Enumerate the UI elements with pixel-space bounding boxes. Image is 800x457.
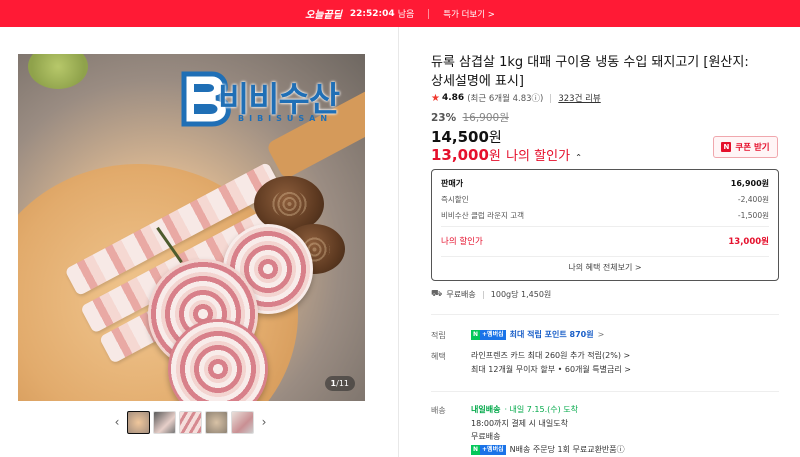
delivery-row-1: 내일배송 · 내일 7.15.(수) 도착 — [471, 404, 578, 415]
pb-label: 판매가 — [441, 179, 464, 188]
points-text: 최대 적립 포인트 870원 — [509, 330, 594, 339]
delivery-row-3: 무료배송 — [471, 431, 500, 442]
delivery-label: 배송 — [431, 406, 446, 415]
my-price-label: 나의 할인가 — [506, 149, 571, 164]
delivery-arrival: · 내일 7.15.(수) 도착 — [504, 405, 579, 414]
delivery-row-4[interactable]: N +멤버십 N배송 주문당 1회 무료교환반품ⓘ — [471, 444, 625, 455]
points-row[interactable]: N +멤버십 최대 적립 포인트 870원 > — [471, 329, 604, 340]
deal-timer: 22:52:04 — [349, 8, 395, 19]
card-benefit-line-2[interactable]: 최대 12개월 무이자 할부 • 60개월 특별금리 > — [471, 364, 631, 375]
price-breakdown-box: 판매가 16,900원 즉시할인 -2,400원 비비수산 클럽 라운지 고객 … — [431, 169, 779, 281]
column-divider — [398, 27, 399, 457]
naver-membership-badge: N +멤버십 — [471, 444, 506, 455]
herb-salt-bowl — [28, 54, 88, 89]
my-price-value: 13,000 — [431, 146, 489, 164]
naver-n-icon: N — [721, 142, 732, 152]
pb-divider — [441, 256, 769, 257]
pb-label: 비비수산 클럽 라운지 고객 — [441, 211, 525, 220]
image-counter: 1/11 — [324, 376, 355, 391]
thumbnail-item[interactable] — [205, 410, 228, 434]
pb-label: 즉시할인 — [441, 195, 469, 204]
my-discount-price[interactable]: 13,000원 나의 할인가 ⌃ — [431, 145, 582, 164]
pb-row-club-discount: 비비수산 클럽 라운지 고객 -1,500원 — [441, 210, 769, 221]
shipping-free: 무료배송 — [446, 290, 476, 299]
pb-row-instant-discount: 즉시할인 -2,400원 — [441, 194, 769, 205]
naver-membership-badge: N +멤버십 — [471, 329, 506, 340]
points-label: 적립 — [431, 331, 446, 340]
badge-membership: +멤버십 — [480, 444, 506, 455]
pb-divider — [441, 226, 769, 227]
badge-n: N — [471, 329, 481, 340]
discount-percent: 23% — [431, 112, 457, 124]
rating-divider — [550, 93, 552, 103]
card-benefit-text: 최대 12개월 무이자 할부 • 60개월 특별금리 > — [471, 365, 631, 374]
truck-icon: ⛟ — [431, 289, 443, 299]
chevron-up-icon: ⌃ — [575, 153, 582, 162]
pb-value: 13,000원 — [728, 237, 769, 247]
sale-price: 14,500원 — [431, 127, 502, 147]
free-return-text: N배송 주문당 1회 무료교환반품ⓘ — [509, 445, 625, 454]
delivery-free: 무료배송 — [471, 432, 501, 441]
banner-divider — [428, 8, 430, 19]
product-title: 듀록 삼겹살 1kg 대패 구이용 냉동 수입 돼지고기 [원산지: 상세설명에… — [431, 55, 749, 89]
thumbnail-item[interactable] — [153, 410, 176, 434]
deal-label: 오늘끝딜 — [305, 10, 342, 21]
more-deals-link[interactable]: 특가 더보기 > — [443, 8, 495, 20]
rating-detail: (최근 6개월 4.83ⓘ) — [467, 94, 544, 104]
brand-logo: 비비수산 BIBISUSAN — [178, 70, 356, 132]
rating-score: 4.86 — [441, 93, 465, 103]
unit-price: 100g당 1,450원 — [490, 290, 552, 299]
sale-price-value: 14,500 — [431, 128, 489, 146]
rating-row: ★ 4.86 (최근 6개월 4.83ⓘ) 323건 리뷰 — [431, 92, 601, 105]
shipping-divider — [482, 290, 484, 299]
pb-row-my-price: 나의 할인가 13,000원 — [441, 235, 769, 247]
pb-value: -1,500원 — [737, 211, 769, 220]
pb-row-list-price: 판매가 16,900원 — [441, 178, 769, 189]
deal-remain-label: 남음 — [397, 10, 415, 20]
all-benefits-link[interactable]: 나의 혜택 전체보기 > — [432, 262, 778, 273]
section-divider — [431, 314, 779, 315]
badge-membership: +멤버십 — [480, 329, 506, 340]
thumb-prev-arrow-icon[interactable]: ‹ — [110, 415, 124, 429]
delivery-cutoff: 18:00까지 결제 시 내일도착 — [471, 419, 568, 428]
coupon-button[interactable]: N 쿠폰 받기 — [713, 136, 778, 158]
top-deal-banner: 오늘끝딜 22:52:04 남음 특가 더보기 > — [0, 0, 800, 27]
pb-value: -2,400원 — [737, 195, 769, 204]
badge-n: N — [471, 444, 481, 455]
thumb-next-arrow-icon[interactable]: › — [257, 415, 271, 429]
pb-label: 나의 할인가 — [441, 237, 483, 247]
image-counter-total: /11 — [336, 379, 349, 388]
my-price-unit: 원 — [488, 149, 501, 164]
thumbnail-item[interactable] — [127, 410, 150, 434]
delivery-row-2: 18:00까지 결제 시 내일도착 — [471, 418, 568, 429]
thumbnail-strip: ‹ › — [110, 410, 275, 434]
reviews-link[interactable]: 323건 리뷰 — [558, 92, 600, 104]
discount-line: 23% 16,900원 — [431, 110, 509, 125]
thumbnail-item[interactable] — [231, 410, 254, 434]
card-benefit-text: 라인프렌즈 카드 최대 260원 추가 적립(2%) > — [471, 351, 631, 360]
original-price: 16,900원 — [462, 112, 509, 124]
card-benefit-label: 혜택 — [431, 352, 446, 361]
pb-value: 16,900원 — [730, 179, 769, 188]
card-benefit-line-1[interactable]: 라인프렌즈 카드 최대 260원 추가 적립(2%) > — [471, 350, 630, 361]
coupon-label: 쿠폰 받기 — [735, 143, 770, 153]
star-icon: ★ — [431, 92, 440, 104]
brand-logo-subtext: BIBISUSAN — [238, 114, 333, 123]
product-main-image[interactable]: 비비수산 BIBISUSAN 1/11 — [18, 54, 365, 401]
section-divider — [431, 391, 779, 392]
shipping-row: ⛟ 무료배송 100g당 1,450원 — [431, 289, 551, 300]
thumbnail-item[interactable] — [179, 410, 202, 434]
sale-price-unit: 원 — [488, 130, 502, 146]
tomorrow-delivery-badge: 내일배송 — [471, 405, 501, 414]
chevron-right-icon: > — [597, 330, 605, 339]
